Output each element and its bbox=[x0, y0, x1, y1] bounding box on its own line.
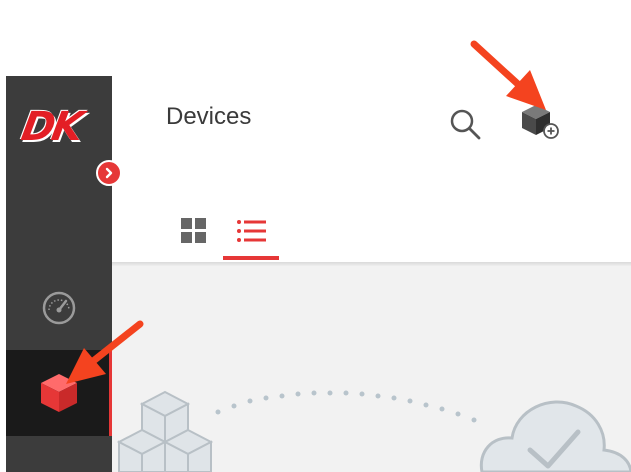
sidebar-collapse-toggle[interactable] bbox=[96, 160, 122, 186]
logo: DK bbox=[18, 104, 98, 154]
add-device-button[interactable] bbox=[518, 102, 562, 142]
grid-view-toggle[interactable] bbox=[180, 217, 208, 245]
speedometer-icon bbox=[42, 291, 76, 325]
chevron-right-icon bbox=[105, 167, 113, 179]
page-title: Devices bbox=[166, 103, 252, 130]
sidebar-item-devices[interactable] bbox=[6, 350, 112, 436]
list-icon bbox=[237, 220, 266, 242]
list-view-toggle[interactable] bbox=[234, 217, 268, 245]
cube-icon bbox=[41, 374, 77, 412]
sidebar-item-dashboard[interactable] bbox=[6, 280, 112, 336]
grid-icon bbox=[181, 218, 206, 243]
search-button[interactable] bbox=[447, 106, 483, 142]
active-view-indicator bbox=[223, 256, 279, 260]
logo-text: DK bbox=[17, 104, 85, 150]
search-icon bbox=[450, 109, 481, 140]
add-device-icon bbox=[522, 105, 559, 139]
empty-state-area bbox=[112, 266, 631, 472]
